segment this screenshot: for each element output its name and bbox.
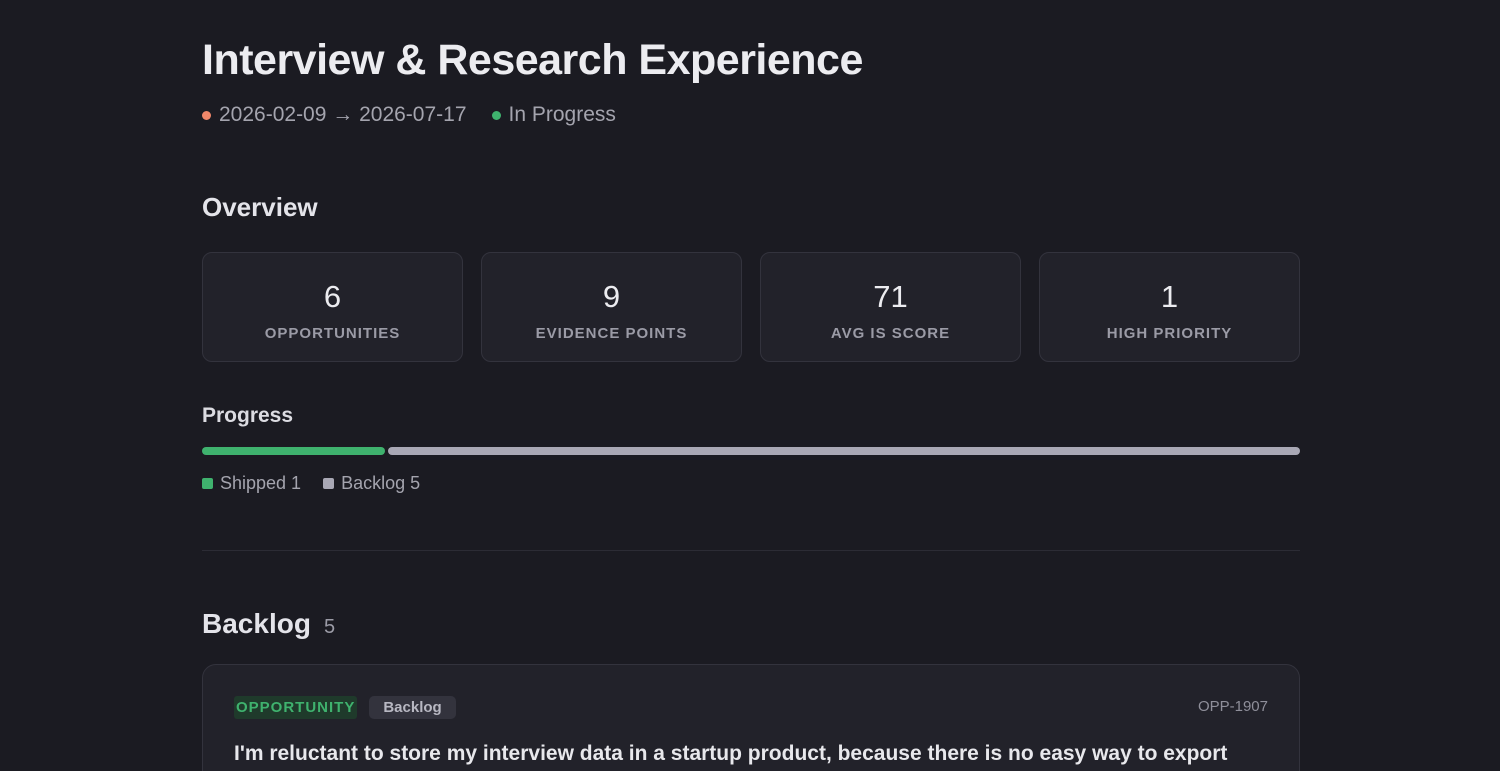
stat-card-avg-is-score: 71 AVG IS SCORE [760,252,1021,362]
stat-value: 1 [1160,279,1179,314]
project-meta: 2026-02-09 → 2026-07-17 In Progress [202,103,616,127]
stats-row: 6 OPPORTUNITIES 9 EVIDENCE POINTS 71 AVG… [202,252,1300,362]
overview-heading: Overview [202,192,318,222]
backlog-header: Backlog 5 [202,608,335,640]
progress-segment-shipped [202,447,385,455]
progress-legend: Shipped 1 Backlog 5 [202,473,442,494]
status-indicator: In Progress [491,103,616,127]
date-range: 2026-02-09 → 2026-07-17 [219,103,467,126]
status-dot-icon [491,110,501,120]
progress-segment-backlog [387,447,1300,455]
legend-item-backlog: Backlog 5 [323,473,420,494]
legend-label: Backlog 5 [341,473,421,493]
stat-label: HIGH PRIORITY [1106,325,1233,342]
page: Interview & Research Experience 2026-02-… [0,0,1500,771]
backlog-count: 5 [323,616,336,638]
stat-card-evidence-points: 9 EVIDENCE POINTS [481,252,742,362]
status-badge: Backlog [369,696,456,719]
opportunity-id: OPP-1907 [1197,698,1268,715]
stat-label: AVG IS SCORE [830,325,951,342]
legend-label: Shipped 1 [220,473,302,493]
card-tags: OPPORTUNITY Backlog [234,696,456,719]
stat-value: 71 [873,279,908,314]
progress-heading: Progress [202,404,294,427]
shipped-swatch-icon [202,478,213,489]
section-divider [202,550,1300,551]
progress-bar [202,447,1300,455]
stat-value: 9 [602,279,621,314]
legend-item-shipped: Shipped 1 [202,473,301,494]
status-text: In Progress [508,103,616,126]
type-badge: OPPORTUNITY [234,696,358,719]
date-dot-icon [202,110,211,120]
stat-card-high-priority: 1 HIGH PRIORITY [1039,252,1300,362]
backlog-heading: Backlog [202,608,311,639]
stat-value: 6 [323,279,342,314]
stat-label: EVIDENCE POINTS [535,325,688,342]
stat-card-opportunities: 6 OPPORTUNITIES [202,252,463,362]
stat-label: OPPORTUNITIES [264,325,401,342]
page-title: Interview & Research Experience [202,36,863,84]
backlog-swatch-icon [323,478,335,489]
opportunity-text: I'm reluctant to store my interview data… [234,742,1228,765]
opportunity-card[interactable]: OPPORTUNITY Backlog OPP-1907 I'm relucta… [202,664,1300,771]
